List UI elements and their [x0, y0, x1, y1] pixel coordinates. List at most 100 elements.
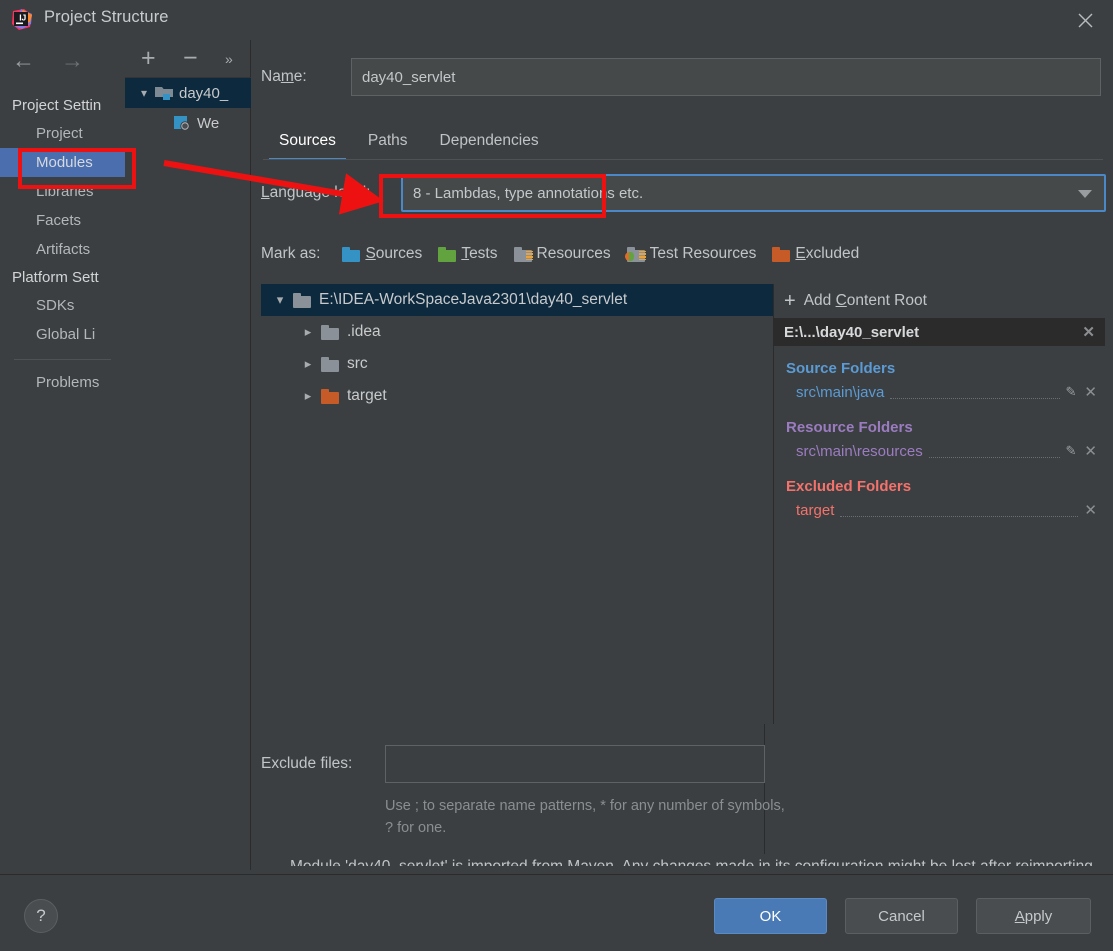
- remove-resource-folder-icon[interactable]: ✕: [1084, 442, 1097, 460]
- mark-as-sources-label: Sources: [365, 245, 423, 262]
- sidebar-item-global-libraries[interactable]: Global Li: [0, 320, 125, 349]
- tab-sources[interactable]: Sources: [263, 132, 352, 160]
- mark-as-row: Mark as: Sources Tests Resources Test Re…: [261, 238, 1106, 270]
- module-tree: ▾ day40_ We: [125, 78, 251, 138]
- mark-as-excluded-button[interactable]: Excluded: [772, 245, 859, 263]
- intellij-idea-logo-icon: IJ: [10, 8, 34, 32]
- content-tree-row-root[interactable]: ▾ E:\IDEA-WorkSpaceJava2301\day40_servle…: [261, 284, 773, 316]
- remove-source-folder-icon[interactable]: ✕: [1084, 383, 1097, 401]
- add-module-button[interactable]: +: [141, 46, 156, 71]
- remove-excluded-folder-icon[interactable]: ✕: [1084, 501, 1097, 519]
- content-area: ▾ E:\IDEA-WorkSpaceJava2301\day40_servle…: [261, 284, 1106, 724]
- mark-as-resources-button[interactable]: Resources: [513, 245, 611, 263]
- excluded-folder-entry[interactable]: target ✕: [774, 497, 1105, 523]
- chevron-right-icon[interactable]: ▸: [295, 324, 321, 340]
- mark-as-test-resources-label: Test Resources: [649, 245, 757, 262]
- settings-sidebar: ← → Project Settin Project Modules Libra…: [0, 40, 125, 914]
- add-content-root-label: Add Content Root: [803, 292, 927, 309]
- chevron-down-icon[interactable]: ▾: [267, 292, 293, 308]
- sidebar-nav-toolbar: ← →: [0, 40, 125, 80]
- sidebar-group-platform-settings: Platform Sett: [12, 269, 99, 286]
- help-button[interactable]: ?: [24, 899, 58, 933]
- content-tree-label: src: [347, 355, 368, 372]
- sidebar-item-modules[interactable]: Modules: [0, 148, 125, 177]
- title-bar: IJ Project Structure: [0, 0, 1113, 40]
- content-tree-label: .idea: [347, 323, 381, 340]
- source-folder-path: src\main\java: [796, 383, 885, 401]
- chevron-right-icon[interactable]: ▸: [295, 356, 321, 372]
- pencil-icon[interactable]: ✎: [1066, 443, 1077, 459]
- source-folder-entry[interactable]: src\main\java ✎ ✕: [774, 379, 1105, 405]
- pencil-icon[interactable]: ✎: [1066, 384, 1077, 400]
- content-root-path: E:\...\day40_servlet: [784, 323, 920, 341]
- resource-folder-path: src\main\resources: [796, 442, 923, 460]
- language-level-value: 8 - Lambdas, type annotations etc.: [413, 184, 644, 202]
- dotted-leader: [890, 385, 1060, 399]
- mark-as-sources-button[interactable]: Sources: [342, 245, 422, 263]
- back-arrow-icon[interactable]: ←: [12, 48, 35, 72]
- remove-module-button[interactable]: −: [183, 46, 198, 71]
- sidebar-item-libraries[interactable]: Libraries: [0, 177, 125, 206]
- exclude-files-input[interactable]: [385, 745, 765, 783]
- chevron-right-icon[interactable]: ▸: [295, 388, 321, 404]
- excluded-folder-icon: [772, 246, 791, 262]
- module-tree-row-day40[interactable]: ▾ day40_: [125, 78, 251, 108]
- language-level-label: Language level:: [261, 184, 371, 201]
- mark-as-tests-button[interactable]: Tests: [438, 245, 498, 263]
- add-content-root-button[interactable]: + Add Content Root: [774, 284, 1105, 318]
- web-facet-icon: [173, 115, 191, 131]
- excluded-folder-icon: [321, 388, 339, 404]
- main-horizontal-scrollbar[interactable]: [251, 866, 1113, 874]
- settings-tabs: Sources Paths Dependencies: [263, 122, 1103, 160]
- close-icon: [1078, 13, 1092, 27]
- sidebar-item-project[interactable]: Project: [0, 119, 125, 148]
- module-name-row: Name:: [261, 58, 1103, 98]
- sidebar-item-problems[interactable]: Problems: [0, 368, 125, 397]
- content-tree-row-idea[interactable]: ▸ .idea: [261, 316, 773, 348]
- ok-button[interactable]: OK: [714, 898, 827, 934]
- module-name-input[interactable]: [351, 58, 1101, 96]
- sidebar-item-sdks[interactable]: SDKs: [0, 291, 125, 320]
- module-tree-row-web[interactable]: We: [125, 108, 251, 138]
- content-tree-label: E:\IDEA-WorkSpaceJava2301\day40_servlet: [319, 291, 628, 308]
- cancel-button[interactable]: Cancel: [845, 898, 958, 934]
- close-window-button[interactable]: [1057, 0, 1113, 40]
- test-resources-folder-icon: [624, 246, 646, 262]
- sidebar-item-facets[interactable]: Facets: [0, 206, 125, 235]
- more-options-button[interactable]: »: [225, 52, 233, 66]
- tab-dependencies[interactable]: Dependencies: [424, 132, 555, 160]
- excluded-folder-path: target: [796, 501, 835, 519]
- module-list-panel: + − » ▾ day40_ We: [125, 40, 376, 914]
- chevron-down-icon[interactable]: [1078, 190, 1092, 198]
- svg-text:IJ: IJ: [19, 13, 26, 23]
- resource-folder-entry[interactable]: src\main\resources ✎ ✕: [774, 438, 1105, 464]
- module-settings-panel: Name: Sources Paths Dependencies Languag…: [251, 40, 1113, 883]
- mark-as-test-resources-button[interactable]: Test Resources: [624, 245, 757, 263]
- content-tree-row-target[interactable]: ▸ target: [261, 380, 773, 412]
- folder-icon: [321, 324, 339, 340]
- dotted-leader: [840, 503, 1079, 517]
- window-title: Project Structure: [44, 8, 169, 26]
- language-level-dropdown[interactable]: 8 - Lambdas, type annotations etc.: [401, 174, 1106, 212]
- module-toolbar: + − »: [125, 40, 251, 78]
- exclude-files-label: Exclude files:: [261, 755, 353, 772]
- tab-paths[interactable]: Paths: [352, 132, 424, 160]
- project-structure-dialog: IJ Project Structure ← → Project Settin …: [0, 0, 1113, 951]
- forward-arrow-icon[interactable]: →: [61, 48, 84, 72]
- content-roots-panel: + Add Content Root E:\...\day40_servlet …: [774, 284, 1105, 724]
- content-tree-label: target: [347, 387, 387, 404]
- apply-button[interactable]: Apply: [976, 898, 1091, 934]
- content-root-folder-icon: [293, 292, 311, 308]
- sidebar-item-artifacts[interactable]: Artifacts: [0, 235, 125, 264]
- sidebar-nav-list: Project Settin Project Modules Libraries…: [0, 92, 125, 397]
- tabs-divider: [263, 159, 1103, 160]
- folder-icon: [321, 356, 339, 372]
- remove-content-root-icon[interactable]: ✕: [1082, 323, 1095, 341]
- resources-folder-icon: [513, 246, 533, 262]
- chevron-down-icon[interactable]: ▾: [133, 86, 155, 100]
- module-tree-label: day40_: [179, 84, 229, 102]
- exclude-files-hint: Use ; to separate name patterns, * for a…: [385, 798, 785, 837]
- module-tree-label: We: [197, 114, 220, 132]
- mark-as-label: Mark as:: [261, 245, 321, 262]
- content-tree-row-src[interactable]: ▸ src: [261, 348, 773, 380]
